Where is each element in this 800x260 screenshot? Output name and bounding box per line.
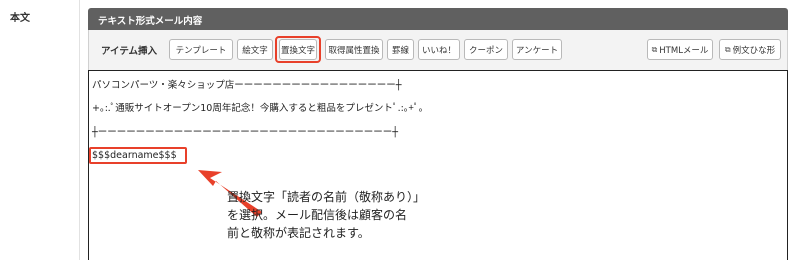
html-mail-button[interactable]: ⧉ HTMLメール	[647, 39, 713, 60]
emoji-button[interactable]: 絵文字	[237, 39, 273, 60]
emoji-button-label: 絵文字	[242, 45, 268, 56]
external-link-icon: ⧉	[651, 44, 658, 54]
template-button-label: テンプレート	[175, 45, 227, 56]
coupon-button-label: クーポン	[468, 45, 503, 56]
template-example-button-label: 例文ひな形	[732, 45, 776, 56]
editor-line: +｡:.ﾟ通販サイトオープン10周年記念！今購入すると粗品をプレゼントﾟ.:｡+…	[92, 103, 429, 114]
like-button[interactable]: いいね！	[418, 39, 460, 60]
annotation-text: 置換文字「読者の名前（敬称あり）」 を選択。メール配信後は顧客の名 前と敬称が表…	[227, 188, 487, 242]
section-label: 本文	[10, 13, 30, 24]
survey-button[interactable]: アンケート	[512, 39, 562, 60]
insert-toolbar: アイテム挿入 テンプレート 絵文字 置換文字 取得属性置換 罫線 いいね！ クー…	[88, 30, 788, 70]
toolbar-label: アイテム挿入	[101, 46, 158, 57]
editor-line: パソコンパーツ・楽々ショップ店ーーーーーーーーーーーーーーーーー┼	[92, 80, 402, 91]
editor-line: ┼ーーーーーーーーーーーーーーーーーーーーーーーーーーーーーーー┼	[92, 127, 398, 138]
html-mail-button-label: HTMLメール	[659, 45, 709, 56]
annotation-line: 置換文字「読者の名前（敬称あり）」	[227, 190, 426, 204]
template-button[interactable]: テンプレート	[169, 39, 233, 60]
annotation-line: 前と敬称が表記されます。	[227, 226, 370, 240]
like-button-label: いいね！	[421, 45, 456, 56]
replace-text-highlight	[275, 36, 321, 63]
left-label-column: 本文	[0, 0, 80, 260]
panel-title: テキスト形式メール内容	[88, 8, 788, 30]
token-highlight	[89, 147, 187, 164]
divider-button[interactable]: 罫線	[387, 39, 414, 60]
attribute-replace-button[interactable]: 取得属性置換	[325, 39, 383, 60]
attribute-replace-button-label: 取得属性置換	[328, 45, 380, 56]
survey-button-label: アンケート	[515, 45, 559, 56]
coupon-button[interactable]: クーポン	[464, 39, 508, 60]
template-example-button[interactable]: ⧉ 例文ひな形	[719, 39, 781, 60]
annotation-line: を選択。メール配信後は顧客の名	[227, 208, 408, 222]
external-link-icon: ⧉	[724, 44, 731, 54]
divider-button-label: 罫線	[391, 45, 409, 56]
